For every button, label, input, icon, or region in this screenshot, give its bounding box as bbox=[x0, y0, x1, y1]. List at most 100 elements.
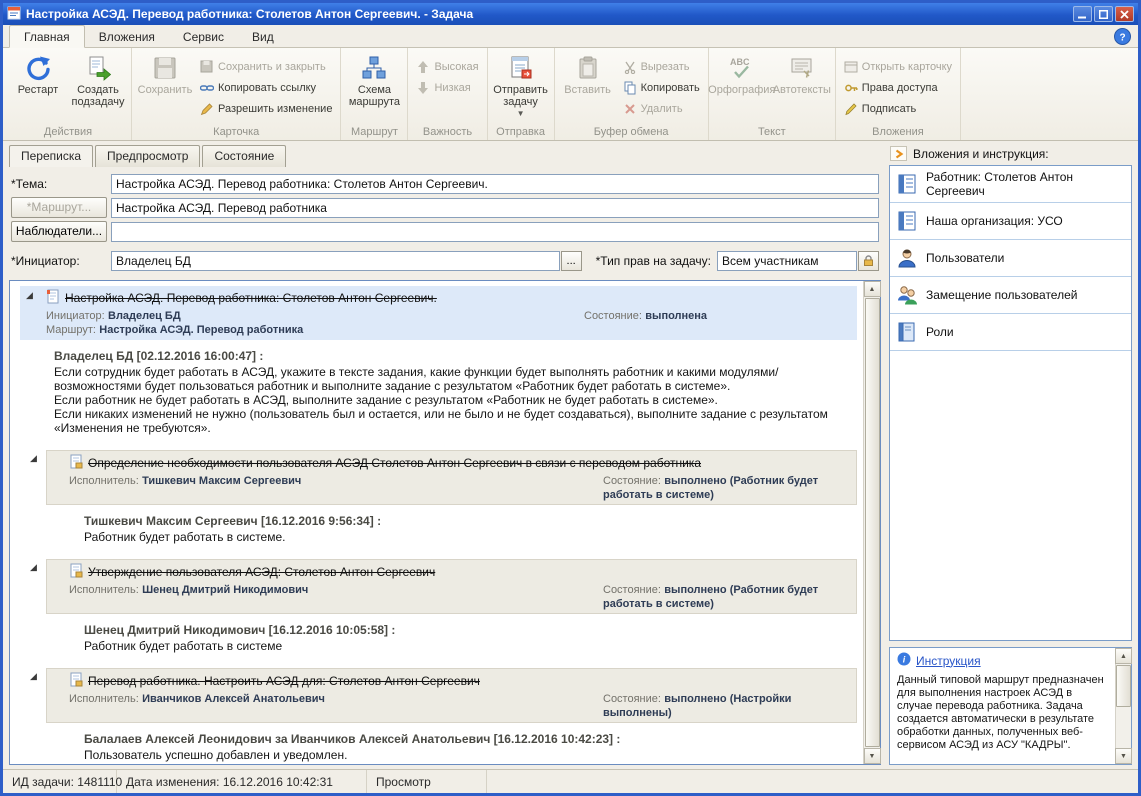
copy-button[interactable]: Копировать bbox=[618, 78, 705, 97]
tab-correspondence[interactable]: Переписка bbox=[9, 145, 93, 167]
initiator-picker-button[interactable]: ... bbox=[561, 251, 582, 271]
save-button[interactable]: Сохранить bbox=[135, 51, 195, 117]
correspondence-panel: ◢ Настройка АСЭД. Перевод работника: Сто… bbox=[9, 280, 881, 765]
initiator-label: *Инициатор: bbox=[11, 254, 111, 268]
thread-root-task[interactable]: ◢ Настройка АСЭД. Перевод работника: Сто… bbox=[20, 286, 857, 340]
ribbon-group-text: ABC Орфография Автотексты Текст bbox=[709, 48, 836, 140]
app-window: Настройка АСЭД. Перевод работника: Столе… bbox=[0, 0, 1141, 796]
instruction-scrollbar[interactable]: ▲ ▼ bbox=[1115, 648, 1131, 764]
attachment-item[interactable]: Работник: Столетов Антон Сергеевич bbox=[890, 166, 1131, 203]
correspondence-content: ◢ Настройка АСЭД. Перевод работника: Сто… bbox=[10, 281, 863, 764]
paste-label: Вставить bbox=[564, 84, 611, 96]
ribbon-group-clipboard: Вставить Вырезать Копировать Удалить Буф… bbox=[555, 48, 709, 140]
thread-subtask[interactable]: ◢ Утверждение пользователя АСЭД: Столето… bbox=[46, 559, 857, 614]
initiator-input[interactable] bbox=[111, 251, 560, 271]
scrollbar-thumb[interactable] bbox=[1116, 665, 1131, 707]
spelling-abc-icon: ABC bbox=[729, 55, 755, 81]
autotexts-button[interactable]: Автотексты bbox=[772, 51, 832, 117]
performer-value: Шенец Дмитрий Никодимович bbox=[142, 584, 308, 596]
open-card-button[interactable]: Открыть карточку bbox=[839, 57, 957, 76]
main-area: Переписка Предпросмотр Состояние *Тема: … bbox=[3, 141, 1138, 769]
expand-triangle-icon[interactable]: ◢ bbox=[26, 291, 33, 300]
status-bar: ИД задачи: 1481110 Дата изменения: 16.12… bbox=[3, 769, 1138, 793]
tab-preview[interactable]: Предпросмотр bbox=[95, 145, 200, 167]
route-scheme-button[interactable]: Схема маршрута bbox=[344, 51, 404, 117]
subtask-message: Балалаев Алексей Леонидович за Иванчиков… bbox=[20, 723, 859, 764]
message-line: Работник будет работать в системе. bbox=[84, 530, 843, 544]
attachment-label: Замещение пользователей bbox=[926, 288, 1077, 302]
message-header: Владелец БД [02.12.2016 16:00:47] : bbox=[54, 349, 843, 363]
chevron-right-icon[interactable] bbox=[890, 146, 907, 161]
scroll-down-icon[interactable]: ▼ bbox=[864, 748, 881, 764]
attachment-item[interactable]: Пользователи bbox=[890, 240, 1131, 277]
importance-low-button[interactable]: Низкая bbox=[411, 78, 483, 97]
ribbon-tab-view[interactable]: Вид bbox=[238, 26, 288, 47]
initiator-caption: Инициатор: bbox=[46, 310, 105, 322]
ribbon-group-actions: Рестарт Создать подзадачу Действия bbox=[5, 48, 132, 140]
expand-triangle-icon[interactable]: ◢ bbox=[30, 672, 37, 681]
svg-text:?: ? bbox=[1119, 33, 1125, 44]
group-label-attachments: Вложения bbox=[836, 126, 960, 138]
ribbon-tab-attachments[interactable]: Вложения bbox=[85, 26, 169, 47]
restart-button[interactable]: Рестарт bbox=[8, 51, 68, 117]
send-task-button[interactable]: Отправить задачу ▼ bbox=[491, 51, 551, 120]
create-subtask-button[interactable]: Создать подзадачу bbox=[68, 51, 128, 117]
delete-button[interactable]: Удалить bbox=[618, 99, 705, 118]
status-modified-date: Дата изменения: 16.12.2016 10:42:31 bbox=[117, 770, 367, 793]
sign-label: Подписать bbox=[862, 103, 916, 115]
attachment-label: Наша организация: УСО bbox=[926, 214, 1063, 228]
save-and-close-button[interactable]: Сохранить и закрыть bbox=[195, 57, 337, 76]
scroll-down-icon[interactable]: ▼ bbox=[1115, 748, 1132, 764]
vertical-scrollbar[interactable]: ▲ ▼ bbox=[863, 281, 880, 764]
ribbon-tab-home[interactable]: Главная bbox=[9, 25, 85, 48]
expand-triangle-icon[interactable]: ◢ bbox=[30, 454, 37, 463]
message-header: Балалаев Алексей Леонидович за Иванчиков… bbox=[84, 732, 843, 746]
route-input[interactable] bbox=[111, 198, 879, 218]
rights-lock-button[interactable] bbox=[858, 251, 879, 271]
message-line: Если сотрудник будет работать в АСЭД, ук… bbox=[54, 365, 843, 393]
spelling-button[interactable]: ABC Орфография bbox=[712, 51, 772, 117]
ribbon-tab-service[interactable]: Сервис bbox=[169, 26, 238, 47]
copy-link-button[interactable]: Копировать ссылку bbox=[195, 78, 337, 97]
sign-button[interactable]: Подписать bbox=[839, 99, 957, 118]
scroll-up-icon[interactable]: ▲ bbox=[1115, 648, 1132, 664]
rights-type-input[interactable] bbox=[717, 251, 857, 271]
attachment-item[interactable]: Наша организация: УСО bbox=[890, 203, 1131, 240]
help-icon[interactable]: ? bbox=[1114, 28, 1131, 45]
allow-edit-button[interactable]: Разрешить изменение bbox=[195, 99, 337, 118]
cut-button[interactable]: Вырезать bbox=[618, 57, 705, 76]
observers-input[interactable] bbox=[111, 222, 879, 242]
thread-subtask[interactable]: ◢ Перевод работника. Настроить АСЭД для:… bbox=[46, 668, 857, 723]
task-locked-icon bbox=[69, 454, 83, 472]
message-line: Пользователь успешно добавлен и уведомле… bbox=[84, 748, 843, 762]
subject-input[interactable] bbox=[111, 174, 879, 194]
spelling-label: Орфография bbox=[708, 84, 775, 96]
minimize-button[interactable] bbox=[1073, 6, 1092, 22]
maximize-button[interactable] bbox=[1094, 6, 1113, 22]
state-caption: Состояние: bbox=[584, 310, 642, 322]
access-rights-button[interactable]: Права доступа bbox=[839, 78, 957, 97]
route-button[interactable]: *Маршрут... bbox=[11, 197, 107, 218]
scrollbar-thumb[interactable] bbox=[865, 298, 880, 747]
copy-link-label: Копировать ссылку bbox=[218, 82, 316, 94]
importance-high-button[interactable]: Высокая bbox=[411, 57, 483, 76]
state-caption: Состояние: bbox=[603, 475, 661, 487]
close-button[interactable] bbox=[1115, 6, 1134, 22]
arrow-up-icon bbox=[416, 60, 430, 74]
tab-state[interactable]: Состояние bbox=[202, 145, 286, 167]
cut-label: Вырезать bbox=[641, 61, 690, 73]
link-icon bbox=[200, 81, 214, 95]
observers-button[interactable]: Наблюдатели... bbox=[11, 221, 107, 242]
paste-button[interactable]: Вставить bbox=[558, 51, 618, 117]
group-label-send: Отправка bbox=[488, 126, 554, 138]
scroll-up-icon[interactable]: ▲ bbox=[864, 281, 881, 297]
attachment-item[interactable]: Роли bbox=[890, 314, 1131, 351]
view-tab-strip: Переписка Предпросмотр Состояние bbox=[9, 145, 881, 167]
state-caption: Состояние: bbox=[603, 584, 661, 596]
instruction-link[interactable]: Инструкция bbox=[916, 655, 981, 668]
thread-subtask[interactable]: ◢ Определение необходимости пользователя… bbox=[46, 450, 857, 505]
subtask-message: Тишкевич Максим Сергеевич [16.12.2016 9:… bbox=[20, 505, 859, 554]
ribbon-group-route: Схема маршрута Маршрут bbox=[341, 48, 408, 140]
expand-triangle-icon[interactable]: ◢ bbox=[30, 563, 37, 572]
attachment-item[interactable]: Замещение пользователей bbox=[890, 277, 1131, 314]
